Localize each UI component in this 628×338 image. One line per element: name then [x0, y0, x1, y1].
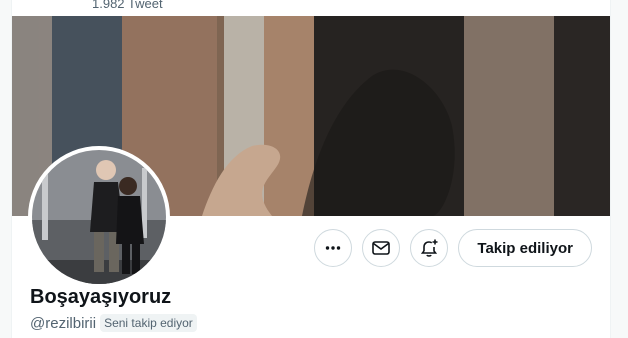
- more-horizontal-icon: [326, 246, 341, 250]
- display-name: Boşayaşıyoruz: [30, 286, 172, 308]
- tweet-count: 1.982 Tweet: [92, 0, 163, 11]
- handle-row: @rezilbirii Seni takip ediyor: [30, 314, 197, 332]
- profile-page: 1.982 Tweet Takip ediliyor Boşayaşıyoruz…: [11, 0, 611, 338]
- profile-actions: Takip ediliyor: [314, 229, 592, 267]
- avatar-photo: [32, 150, 166, 284]
- profile-avatar[interactable]: [28, 146, 170, 288]
- more-button[interactable]: [314, 229, 353, 267]
- bell-plus-icon: [421, 239, 438, 257]
- user-handle: @rezilbirii: [30, 314, 97, 332]
- message-button[interactable]: [362, 229, 401, 267]
- envelope-icon: [372, 241, 391, 255]
- following-button[interactable]: Takip ediliyor: [458, 229, 592, 267]
- notify-button[interactable]: [410, 229, 449, 267]
- profile-header-bar: 1.982 Tweet: [12, 0, 610, 16]
- follows-you-badge: Seni takip ediyor: [100, 314, 197, 332]
